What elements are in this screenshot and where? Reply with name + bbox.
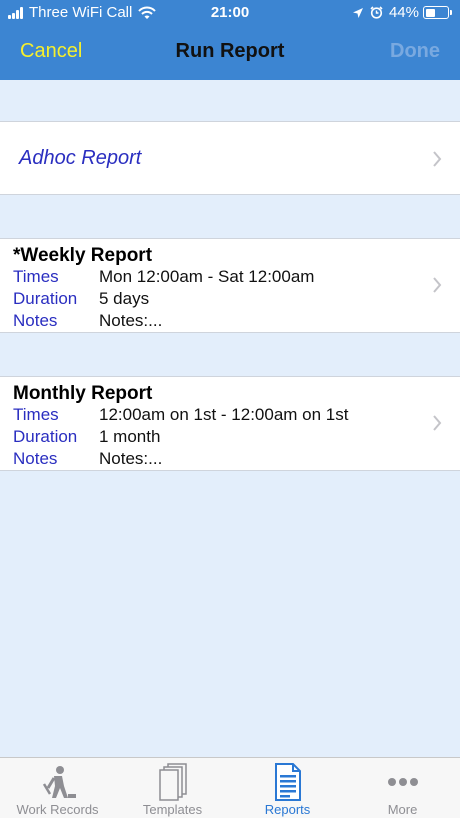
notes-field: Notes Notes:... — [13, 449, 162, 469]
times-field: Times 12:00am on 1st - 12:00am on 1st — [13, 405, 349, 425]
alarm-icon — [370, 6, 383, 19]
tab-templates[interactable]: Templates — [115, 758, 230, 818]
chevron-right-icon — [433, 151, 442, 167]
tab-work-records[interactable]: Work Records — [0, 758, 115, 818]
battery-icon — [423, 6, 452, 19]
status-bar: Three WiFi Call 21:00 44% — [0, 0, 460, 26]
adhoc-report-row[interactable]: Adhoc Report — [0, 121, 460, 195]
worker-icon — [0, 763, 115, 801]
times-value: 12:00am on 1st - 12:00am on 1st — [99, 405, 349, 424]
duration-field: Duration 1 month — [13, 427, 160, 447]
notes-label: Notes — [13, 311, 58, 330]
tab-label: More — [387, 802, 418, 817]
tab-label: Work Records — [16, 802, 99, 817]
report-name: Monthly Report — [13, 383, 153, 404]
report-name: *Weekly Report — [13, 245, 153, 266]
tab-more[interactable]: More — [345, 758, 460, 818]
monthly-report-row[interactable]: Monthly Report Times 12:00am on 1st - 12:… — [0, 376, 460, 471]
notes-value: Notes:... — [99, 311, 163, 330]
notes-value: Notes:... — [99, 449, 163, 468]
notes-field: Notes Notes:... — [13, 311, 162, 331]
notes-label: Notes — [13, 449, 58, 468]
report-icon — [230, 763, 345, 801]
battery-percent: 44% — [388, 4, 419, 21]
duration-label: Duration — [13, 289, 78, 308]
nav-bar: Cancel Run Report Done — [0, 26, 460, 80]
times-label: Times — [13, 405, 59, 424]
location-arrow-icon — [352, 7, 364, 19]
tab-bar: Work Records Templates Reports More — [0, 757, 460, 818]
templates-icon — [115, 763, 230, 801]
duration-value: 1 month — [99, 427, 161, 446]
chevron-right-icon — [433, 415, 442, 431]
times-label: Times — [13, 267, 59, 286]
chevron-right-icon — [433, 277, 442, 293]
tab-reports[interactable]: Reports — [230, 758, 345, 818]
duration-value: 5 days — [99, 289, 150, 308]
status-right: 44% — [352, 4, 452, 21]
adhoc-report-label: Adhoc Report — [19, 147, 142, 169]
done-button[interactable]: Done — [390, 40, 440, 63]
duration-label: Duration — [13, 427, 78, 446]
tab-label: Reports — [264, 802, 311, 817]
top-bar: Three WiFi Call 21:00 44% Cancel Run Rep… — [0, 0, 460, 80]
more-icon — [345, 763, 460, 801]
times-field: Times Mon 12:00am - Sat 12:00am — [13, 267, 314, 287]
duration-field: Duration 5 days — [13, 289, 149, 309]
tab-label: Templates — [142, 802, 203, 817]
times-value: Mon 12:00am - Sat 12:00am — [99, 267, 315, 286]
weekly-report-row[interactable]: *Weekly Report Times Mon 12:00am - Sat 12… — [0, 238, 460, 333]
